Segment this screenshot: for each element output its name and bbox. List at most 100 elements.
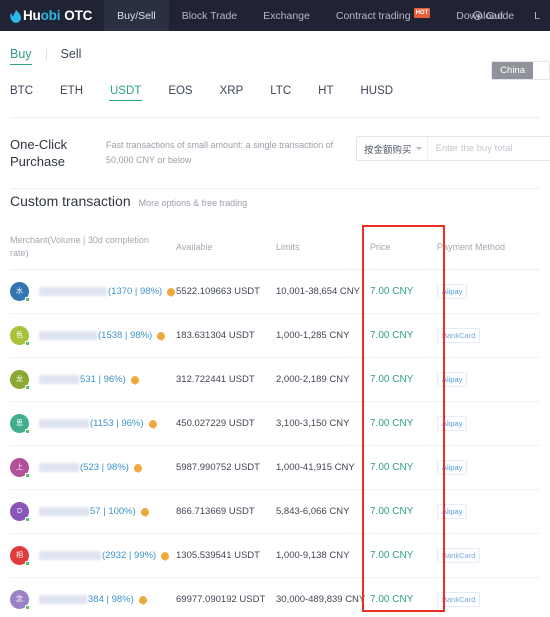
price-value: 7.00 CNY: [370, 550, 414, 561]
tab-buy[interactable]: Buy: [10, 47, 32, 65]
nav-item-contract-trading[interactable]: Contract trading HOT: [323, 0, 443, 31]
avatar[interactable]: 色: [10, 326, 30, 346]
merchant-cell: 思 (1153 | 96%): [10, 414, 176, 434]
nav-item-guide[interactable]: Guide: [463, 10, 524, 22]
nav-item-label: Exchange: [263, 9, 310, 22]
table-row[interactable]: 色 (1538 | 98%) 183.631304 USDT 1,000-1,285 …: [10, 314, 540, 358]
avatar-glyph: 水: [16, 288, 23, 295]
avatar[interactable]: 思: [10, 414, 30, 434]
table-row[interactable]: 上 (523 | 98%) 5987.990752 USDT 1,000-41,915…: [10, 446, 540, 490]
column-header-payment: Payment Method: [437, 241, 506, 252]
coin-tab-usdt[interactable]: USDT: [108, 85, 143, 101]
merchant-name-redacted: [39, 287, 107, 296]
coin-tab-btc[interactable]: BTC: [10, 85, 33, 101]
region-label: China: [500, 65, 525, 76]
coin-tab-xrp[interactable]: XRP: [220, 85, 244, 101]
online-status-icon: [25, 341, 30, 346]
avatar[interactable]: D: [10, 502, 30, 522]
hot-badge: HOT: [413, 7, 431, 18]
table-row[interactable]: 水 (1370 | 98%) 5522.109663 USDT 10,001-38,6…: [10, 270, 540, 314]
payment-method-tag: BankCard: [437, 592, 481, 607]
buy-total-input[interactable]: [427, 137, 550, 160]
custom-transaction-title: Custom transaction: [10, 193, 131, 209]
coin-tab-ht[interactable]: HT: [318, 85, 333, 101]
merchant-stats: (1153 | 96%): [90, 418, 144, 429]
page-content: Buy Sell BTC ETH USDT EOS XRP LTC HT HUS…: [0, 31, 550, 617]
region-button-china[interactable]: China: [492, 62, 533, 79]
nav-item-block-trade[interactable]: Block Trade: [169, 0, 250, 31]
table-row[interactable]: 龙 531 | 96%) 312.722441 USDT 2,000-2,189 CN…: [10, 358, 540, 402]
online-status-icon: [25, 517, 30, 522]
payment-method-tag: BankCard: [437, 548, 481, 563]
limits-range: 1,000-41,915 CNY: [276, 462, 355, 473]
region-button-other[interactable]: [533, 62, 549, 79]
limits-range: 2,000-2,189 CNY: [276, 374, 350, 385]
avatar-glyph: 相: [16, 552, 23, 559]
one-click-purchase-section: One-Click Purchase Fast transactions of …: [10, 118, 550, 188]
guide-label: Guide: [486, 9, 515, 22]
merchant-stats: (523 | 98%): [80, 462, 129, 473]
brand-text-otc: OTC: [64, 8, 93, 23]
available-amount: 1305.539541 USDT: [176, 550, 260, 561]
custom-transaction-header: Custom transaction More options & free t…: [10, 189, 540, 209]
table-row[interactable]: 相 (2932 | 99%) 1305.539541 USDT 1,000-9,138…: [10, 534, 540, 578]
avatar[interactable]: 相: [10, 546, 30, 566]
column-header-merchant: Merchant(Volume | 30d completion rate): [10, 235, 149, 258]
huobi-otc-logo[interactable]: Hu o bi OTC: [0, 0, 104, 31]
payment-method-tag: Alipay: [437, 460, 468, 475]
nav-item-login[interactable]: L: [524, 10, 550, 22]
table-row[interactable]: 念 384 | 98%) 69977.090192 USDT 30,000-489,8…: [10, 578, 540, 617]
one-click-description: Fast transactions of small amount: a sin…: [106, 140, 334, 165]
price-cell: 7.00 CNY: [370, 462, 437, 473]
avatar[interactable]: 念: [10, 590, 30, 610]
table-row[interactable]: D 57 | 100%) 866.713669 USDT 5,843-6,066 CN…: [10, 490, 540, 534]
table-row[interactable]: 思 (1153 | 96%) 450.027229 USDT 3,100-3,150 …: [10, 402, 540, 446]
nav-item-exchange[interactable]: Exchange: [250, 0, 323, 31]
buy-mode-select[interactable]: 按金额购买: [357, 137, 428, 160]
merchant-offers-table: Merchant(Volume | 30d completion rate) A…: [10, 225, 540, 617]
coin-tab-label: BTC: [10, 85, 33, 97]
payment-method-tag: Alipay: [437, 284, 468, 299]
price-cell: 7.00 CNY: [370, 374, 437, 385]
payment-method-tag: Alipay: [437, 504, 468, 519]
coin-tab-eos[interactable]: EOS: [168, 85, 192, 101]
verified-merchant-badge-icon: [130, 375, 139, 384]
merchant-name-redacted: [39, 419, 89, 428]
payment-method-cell: Alipay: [437, 460, 537, 475]
tab-divider: [45, 48, 47, 60]
verified-merchant-badge-icon: [133, 463, 142, 472]
merchant-cell: 色 (1538 | 98%): [10, 326, 176, 346]
merchant-name-redacted: [39, 551, 101, 560]
tab-sell[interactable]: Sell: [61, 47, 82, 65]
flame-icon: [10, 8, 21, 23]
merchant-name-redacted: [39, 331, 97, 340]
nav-item-label: Block Trade: [181, 9, 238, 22]
avatar[interactable]: 上: [10, 458, 30, 478]
merchant-cell: 念 384 | 98%): [10, 590, 176, 610]
avatar[interactable]: 龙: [10, 370, 30, 390]
brand-text-o: o: [40, 8, 49, 23]
buy-mode-value: 按金额购买: [364, 144, 412, 156]
available-amount: 183.631304 USDT: [176, 330, 255, 341]
available-amount: 312.722441 USDT: [176, 374, 255, 385]
payment-method-cell: Alipay: [437, 372, 537, 387]
payment-method-cell: Alipay: [437, 504, 537, 519]
available-amount: 866.713669 USDT: [176, 506, 255, 517]
brand-text-hu: Hu: [23, 8, 41, 23]
price-value: 7.00 CNY: [370, 330, 414, 341]
coin-tab-husd[interactable]: HUSD: [360, 85, 393, 101]
coin-tab-eth[interactable]: ETH: [60, 85, 83, 101]
nav-item-buy-sell[interactable]: Buy/Sell: [104, 0, 169, 31]
price-cell: 7.00 CNY: [370, 286, 437, 297]
coin-tab-label: EOS: [168, 85, 193, 97]
limits-range: 1,000-9,138 CNY: [276, 550, 350, 561]
target-circle-icon: [473, 11, 483, 20]
avatar[interactable]: 水: [10, 282, 30, 302]
verified-merchant-badge-icon: [161, 551, 170, 560]
limits-range: 30,000-489,839 CNY: [276, 594, 366, 605]
available-amount: 5987.990752 USDT: [176, 462, 260, 473]
one-click-title: One-Click Purchase: [10, 136, 106, 170]
merchant-cell: 龙 531 | 96%): [10, 370, 176, 390]
region-selector: China: [491, 61, 550, 80]
coin-tab-ltc[interactable]: LTC: [270, 85, 291, 101]
